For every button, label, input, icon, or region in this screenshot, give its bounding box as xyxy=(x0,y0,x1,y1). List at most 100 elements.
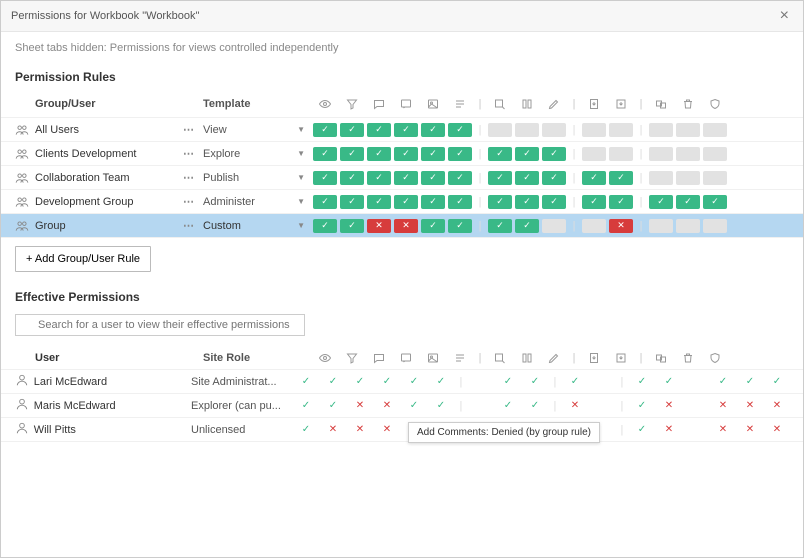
capability-cell[interactable]: ✓ xyxy=(421,195,445,209)
capability-cell[interactable]: ✓ xyxy=(421,219,445,233)
capability-cell[interactable]: ✓ xyxy=(582,171,606,185)
capability-cell[interactable] xyxy=(703,147,727,161)
web-edit-icon xyxy=(488,349,512,367)
capability-cell[interactable]: ✓ xyxy=(582,195,606,209)
capability-cell[interactable] xyxy=(542,219,566,233)
capability-cell[interactable]: ✓ xyxy=(703,195,727,209)
divider: | xyxy=(636,352,646,364)
capability-cell[interactable]: ✓ xyxy=(609,171,633,185)
capability-cell[interactable]: ✓ xyxy=(515,219,539,233)
rule-row[interactable]: All Users⋯View▼✓✓✓✓✓✓||| xyxy=(1,118,803,142)
capability-cell[interactable]: ✓ xyxy=(515,147,539,161)
capability-cell[interactable]: ✓ xyxy=(340,219,364,233)
rule-row[interactable]: Development Group⋯Administer▼✓✓✓✓✓✓|✓✓✓|… xyxy=(1,190,803,214)
capability-cell[interactable]: ✓ xyxy=(676,195,700,209)
capability-cell[interactable]: ✓ xyxy=(488,171,512,185)
more-icon[interactable]: ⋯ xyxy=(175,195,203,208)
capability-cell[interactable] xyxy=(582,123,606,137)
effective-row: Lari McEdwardSite Administrat...✓✓✓✓✓✓|✓… xyxy=(1,370,803,394)
capability-cell[interactable]: ✓ xyxy=(340,171,364,185)
capability-cell[interactable]: ✓ xyxy=(448,123,472,137)
capability-cell[interactable] xyxy=(609,147,633,161)
capability-cell[interactable]: ✓ xyxy=(542,171,566,185)
effective-capability: ✕ xyxy=(765,400,789,411)
capability-cell[interactable]: ✓ xyxy=(394,171,418,185)
capability-cell[interactable]: ✓ xyxy=(313,123,337,137)
capability-cell[interactable]: ✓ xyxy=(421,171,445,185)
capability-cell[interactable]: ✓ xyxy=(367,171,391,185)
capability-cell[interactable]: ✓ xyxy=(340,147,364,161)
capability-cell[interactable]: ✓ xyxy=(515,195,539,209)
capability-cell[interactable]: ✓ xyxy=(515,171,539,185)
capability-cell[interactable]: ✓ xyxy=(542,147,566,161)
effective-capability: ✕ xyxy=(711,424,735,435)
capability-cell[interactable] xyxy=(649,123,673,137)
capability-cell[interactable] xyxy=(703,219,727,233)
capability-cell[interactable]: ✓ xyxy=(394,123,418,137)
capability-cell[interactable]: ✓ xyxy=(448,195,472,209)
capability-cell[interactable]: ✓ xyxy=(313,147,337,161)
capability-cell[interactable]: ✓ xyxy=(448,171,472,185)
template-select[interactable]: Administer▼ xyxy=(203,196,313,208)
capability-cell[interactable]: ✓ xyxy=(313,195,337,209)
template-select[interactable]: Explore▼ xyxy=(203,148,313,160)
template-select[interactable]: View▼ xyxy=(203,124,313,136)
capability-cell[interactable]: ✓ xyxy=(421,123,445,137)
capability-cell[interactable]: ✓ xyxy=(421,147,445,161)
effective-capability: ✓ xyxy=(348,376,372,387)
more-icon[interactable]: ⋯ xyxy=(175,147,203,160)
capability-cell[interactable] xyxy=(649,147,673,161)
capability-cell[interactable]: ✓ xyxy=(448,219,472,233)
capability-cell[interactable] xyxy=(676,147,700,161)
add-group-user-button[interactable]: + Add Group/User Rule xyxy=(15,246,151,272)
edit-icon xyxy=(542,95,566,113)
capability-cell[interactable] xyxy=(542,123,566,137)
more-icon[interactable]: ⋯ xyxy=(175,219,203,232)
capability-cell[interactable]: ✓ xyxy=(488,219,512,233)
effective-capability: ✓ xyxy=(630,424,654,435)
capability-cell[interactable]: ✓ xyxy=(488,195,512,209)
capability-cell[interactable] xyxy=(515,123,539,137)
capability-cell[interactable]: ✓ xyxy=(649,195,673,209)
capability-cell[interactable]: ✓ xyxy=(340,123,364,137)
rule-row[interactable]: Clients Development⋯Explore▼✓✓✓✓✓✓|✓✓✓|| xyxy=(1,142,803,166)
capability-cell[interactable] xyxy=(582,147,606,161)
more-icon[interactable]: ⋯ xyxy=(175,123,203,136)
capability-cell[interactable]: ✓ xyxy=(542,195,566,209)
capability-cell[interactable]: ✓ xyxy=(367,195,391,209)
capability-cell[interactable] xyxy=(609,123,633,137)
rule-row[interactable]: Group⋯Custom▼✓✓✕✕✓✓|✓✓|✕| xyxy=(1,214,803,238)
capability-cell[interactable] xyxy=(676,171,700,185)
capability-cell[interactable]: ✓ xyxy=(609,195,633,209)
capability-cell[interactable] xyxy=(676,123,700,137)
search-input[interactable] xyxy=(15,314,305,336)
capability-cell[interactable]: ✓ xyxy=(367,147,391,161)
capability-cell[interactable] xyxy=(649,171,673,185)
capability-cell[interactable] xyxy=(582,219,606,233)
capability-cell[interactable]: ✓ xyxy=(313,171,337,185)
share-icon xyxy=(515,95,539,113)
capability-cell[interactable]: ✓ xyxy=(313,219,337,233)
capability-cell[interactable] xyxy=(649,219,673,233)
capability-cell[interactable]: ✓ xyxy=(448,147,472,161)
capability-cell[interactable] xyxy=(703,171,727,185)
capability-cell[interactable]: ✓ xyxy=(488,147,512,161)
capability-cell[interactable] xyxy=(676,219,700,233)
effective-row: Will PittsUnlicensed✓✕✕✕|||✓✕✕✕✕Add Comm… xyxy=(1,418,803,442)
template-select[interactable]: Publish▼ xyxy=(203,172,313,184)
capability-cell[interactable]: ✓ xyxy=(394,195,418,209)
close-icon[interactable]: × xyxy=(776,7,793,25)
capability-cell[interactable]: ✓ xyxy=(340,195,364,209)
capability-cell[interactable]: ✓ xyxy=(367,123,391,137)
capability-cell[interactable] xyxy=(488,123,512,137)
template-select[interactable]: Custom▼ xyxy=(203,220,313,232)
effective-capability: ✓ xyxy=(321,376,345,387)
capability-cell[interactable]: ✓ xyxy=(394,147,418,161)
rule-row[interactable]: Collaboration Team⋯Publish▼✓✓✓✓✓✓|✓✓✓|✓✓… xyxy=(1,166,803,190)
capability-cell[interactable] xyxy=(703,123,727,137)
capability-cell[interactable]: ✕ xyxy=(367,219,391,233)
capability-cell[interactable]: ✕ xyxy=(394,219,418,233)
capability-cell[interactable]: ✕ xyxy=(609,219,633,233)
more-icon[interactable]: ⋯ xyxy=(175,171,203,184)
details-icon xyxy=(448,95,472,113)
